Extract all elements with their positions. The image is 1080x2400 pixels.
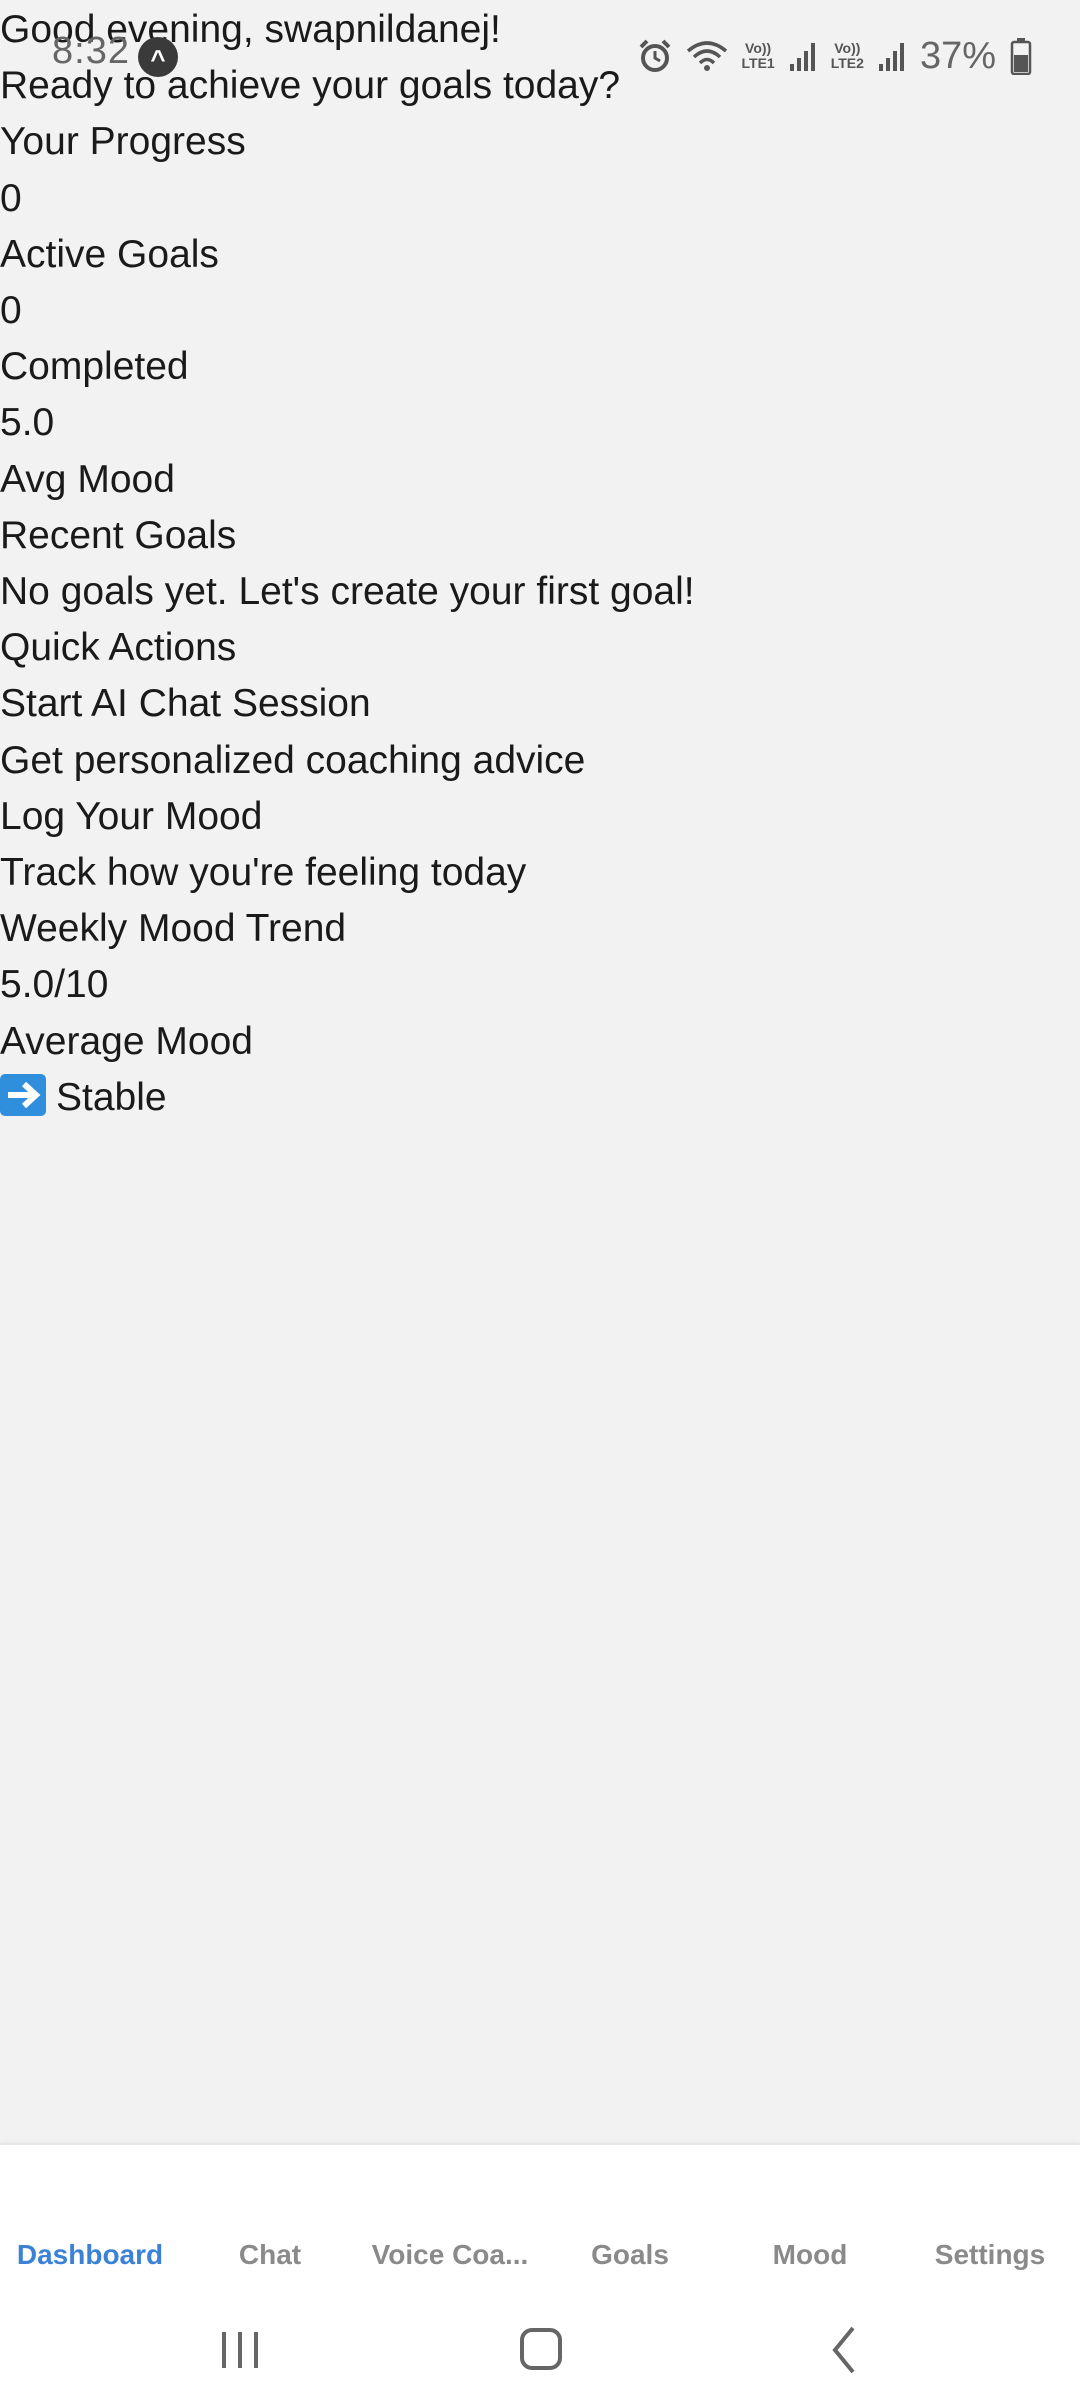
start-chat-action-desc[interactable]: Get personalized coaching advice — [0, 733, 1080, 789]
start-chat-action[interactable]: Start AI Chat Session — [0, 676, 1080, 732]
tab-dashboard[interactable]: Dashboard — [0, 2239, 180, 2271]
tab-settings[interactable]: Settings — [900, 2239, 1080, 2271]
dashboard-content: Good evening, swapnildanej! Ready to ach… — [0, 2, 1080, 1126]
tab-mood[interactable]: Mood — [720, 2239, 900, 2271]
greeting-subtitle: Ready to achieve your goals today? — [0, 64, 621, 108]
recent-goals-heading: Recent Goals — [0, 513, 237, 557]
right-arrow-icon — [0, 1073, 46, 1116]
quick-actions-heading: Quick Actions — [0, 626, 237, 670]
weekly-trend-heading: Weekly Mood Trend — [0, 907, 347, 951]
active-goals-label: Active Goals — [0, 232, 219, 276]
avg-mood-value: 5.0 — [0, 401, 55, 445]
log-mood-action[interactable]: Log Your Mood — [0, 789, 1080, 845]
recent-apps-button[interactable] — [200, 2320, 280, 2380]
active-goals-value: 0 — [0, 176, 22, 220]
trend-status: Stable — [0, 1070, 1080, 1126]
weekly-avg-value: 5.0/10 — [0, 963, 109, 1007]
tab-chat[interactable]: Chat — [180, 2239, 360, 2271]
back-button[interactable] — [805, 2320, 885, 2380]
weekly-avg-label: Average Mood — [0, 1019, 253, 1063]
app-screen: 8:32 ^ Vo)) LTE1 Vo)) LTE2 37% Good even… — [0, 0, 1080, 2400]
greeting-title: Good evening, swapnildanej! — [0, 8, 501, 51]
completed-label: Completed — [0, 345, 189, 389]
progress-heading: Your Progress — [0, 120, 246, 164]
log-mood-action-desc[interactable]: Track how you're feeling today — [0, 845, 1080, 901]
home-button[interactable] — [500, 2320, 580, 2380]
system-nav-bar — [0, 2300, 1080, 2400]
trend-label: Stable — [56, 1075, 167, 1119]
completed-value: 0 — [0, 289, 22, 333]
bottom-tab-bar: Dashboard Chat Voice Coa... Goals Mood S… — [0, 2143, 1080, 2315]
tab-voice-coach[interactable]: Voice Coa... — [360, 2239, 540, 2271]
tab-goals[interactable]: Goals — [540, 2239, 720, 2271]
avg-mood-label: Avg Mood — [0, 457, 175, 501]
no-goals-message[interactable]: No goals yet. Let's create your first go… — [0, 564, 1080, 620]
